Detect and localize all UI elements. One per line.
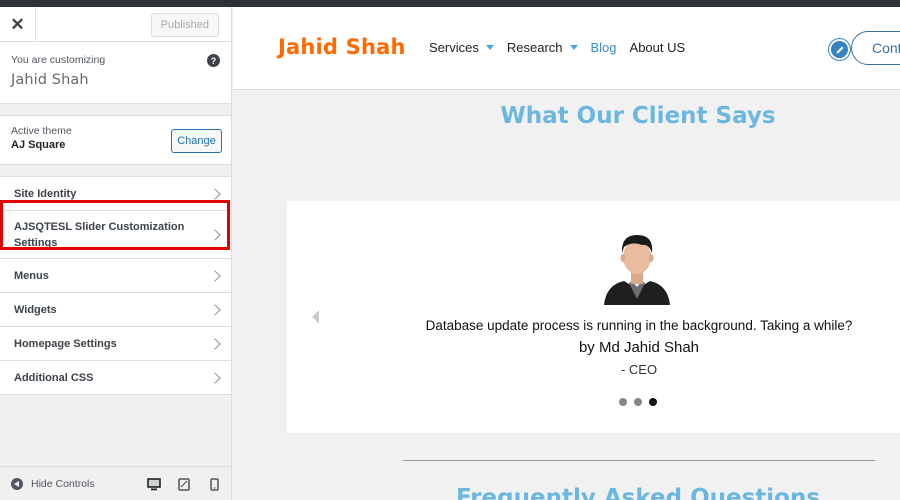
nav-label: About US [629, 40, 686, 55]
chevron-right-icon [209, 228, 221, 241]
customizing-label: You are customizing [11, 54, 106, 66]
tablet-icon[interactable] [175, 475, 193, 493]
site-logo[interactable]: Jahid Shah [278, 35, 406, 59]
main-nav: Services Research Blog About US [429, 40, 698, 55]
menu-item-menus[interactable]: Menus [0, 259, 231, 293]
chevron-right-icon [209, 269, 221, 282]
caret-down-icon [569, 45, 578, 50]
menu-item-homepage-settings[interactable]: Homepage Settings [0, 327, 231, 361]
change-theme-button[interactable]: Change [171, 129, 222, 153]
site-preview: Jahid Shah Services Research Blog About … [233, 7, 900, 500]
customizer-menu: Site Identity AJSQTESL Slider Customizat… [0, 176, 231, 395]
menu-item-label: Additional CSS [14, 371, 94, 384]
hide-controls-button[interactable]: Hide Controls [0, 477, 95, 490]
desktop-icon[interactable] [145, 475, 163, 493]
slider-dots [619, 398, 657, 406]
site-header: Jahid Shah Services Research Blog About … [233, 7, 900, 90]
nav-item-about-us[interactable]: About US [630, 40, 686, 55]
contact-button[interactable]: Cont [851, 31, 900, 65]
testimonial-role: - CEO [620, 362, 658, 377]
chevron-right-icon [209, 371, 221, 384]
menu-item-widgets[interactable]: Widgets [0, 293, 231, 327]
section-divider [403, 460, 875, 461]
chevron-right-icon [209, 187, 221, 200]
edit-pencil-icon[interactable] [829, 39, 850, 60]
nav-item-services[interactable]: Services [429, 40, 494, 55]
slider-dot[interactable] [619, 398, 627, 406]
help-icon[interactable]: ? [207, 54, 220, 67]
next-section-title: Frequently Asked Questions [455, 485, 821, 500]
published-button[interactable]: Published [150, 13, 219, 37]
chevron-right-icon [209, 337, 221, 350]
menu-item-additional-css[interactable]: Additional CSS [0, 361, 231, 395]
close-icon: ✕ [10, 14, 25, 34]
active-theme-section: Active theme AJ Square Change [0, 115, 231, 165]
testimonial-quote: Database update process is running in th… [425, 318, 853, 333]
device-preview-toggles [145, 475, 223, 493]
site-name: Jahid Shah [11, 72, 89, 88]
slider-dot[interactable] [634, 398, 642, 406]
testimonial-author: by Md Jahid Shah [578, 339, 700, 356]
menu-item-label: Homepage Settings [14, 337, 117, 350]
customizing-info: You are customizing Jahid Shah ? [0, 42, 231, 104]
chevron-right-icon [209, 303, 221, 316]
mobile-icon[interactable] [205, 475, 223, 493]
section-title: What Our Client Says [500, 103, 776, 129]
nav-item-research[interactable]: Research [507, 40, 578, 55]
menu-item-label: Site Identity [14, 187, 77, 200]
nav-label: Services [429, 40, 479, 55]
slider-dot-active[interactable] [649, 398, 657, 406]
testimonial-slider: Database update process is running in th… [287, 201, 900, 433]
collapse-icon [11, 477, 23, 490]
avatar [604, 235, 670, 305]
top-strip [0, 0, 900, 7]
menu-item-label: Widgets [14, 303, 57, 316]
nav-item-blog[interactable]: Blog [591, 40, 617, 55]
menu-item-slider-customization[interactable]: AJSQTESL Slider Customization Settings [0, 211, 231, 259]
caret-down-icon [485, 45, 494, 50]
sidebar-header: ✕ Published [0, 7, 231, 42]
menu-item-label: AJSQTESL Slider Customization Settings [14, 220, 185, 249]
close-button[interactable]: ✕ [0, 7, 36, 42]
sidebar-footer: Hide Controls [0, 466, 231, 500]
hide-controls-label: Hide Controls [31, 477, 95, 490]
nav-label: Blog [590, 40, 617, 55]
menu-item-site-identity[interactable]: Site Identity [0, 177, 231, 211]
customizer-sidebar: ✕ Published You are customizing Jahid Sh… [0, 7, 232, 500]
nav-label: Research [506, 40, 563, 55]
menu-item-label: Menus [14, 269, 49, 282]
